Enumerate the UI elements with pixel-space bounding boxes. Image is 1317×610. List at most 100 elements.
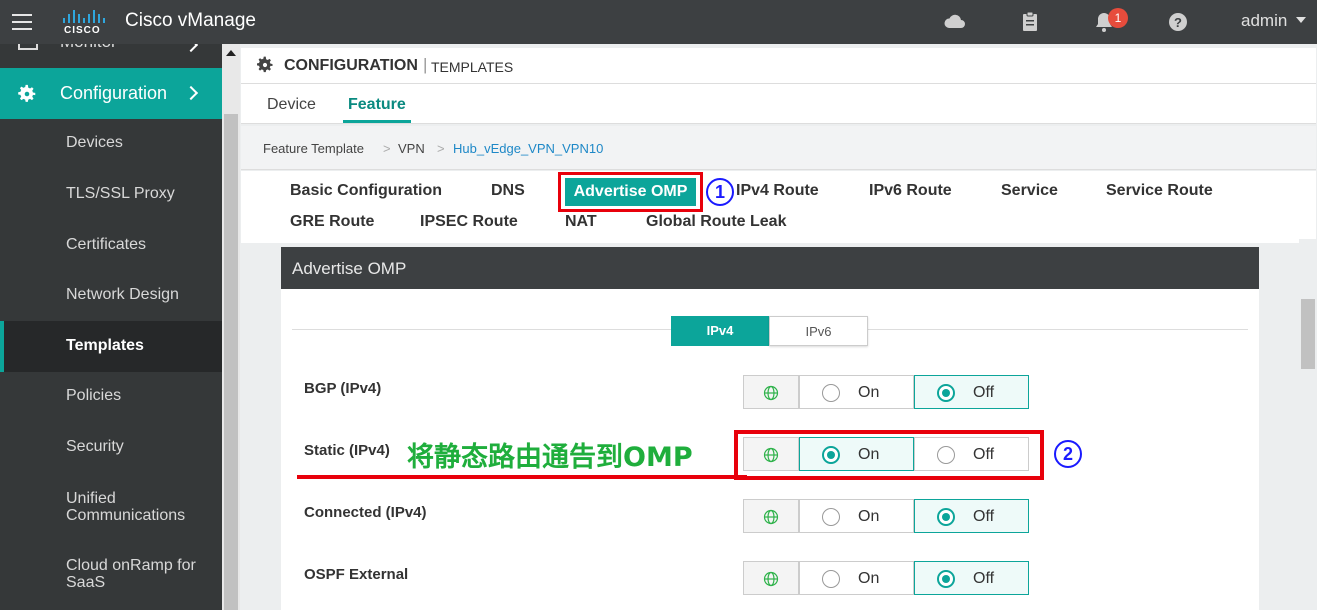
hamburger-icon[interactable] <box>12 14 32 30</box>
section-tab-advertise-omp[interactable]: Advertise OMP <box>565 178 696 206</box>
svg-text:?: ? <box>1174 15 1182 30</box>
connected-ipv4-on-radio[interactable]: On <box>799 499 914 533</box>
section-tab-ipv4-route[interactable]: IPv4 Route <box>736 182 819 200</box>
sidebar-item-configuration[interactable]: Configuration <box>0 68 222 119</box>
brand-title: Cisco vManage <box>125 10 256 31</box>
sidebar-item-label: Security <box>66 438 124 455</box>
bgp-ipv4-label: BGP (IPv4) <box>304 380 382 397</box>
sidebar-item-monitor[interactable]: Monitor <box>0 44 222 68</box>
static-ipv4-on-radio[interactable]: On <box>799 437 914 471</box>
bgp-ipv4-on-radio[interactable]: On <box>799 375 914 409</box>
gear-icon <box>257 56 273 73</box>
sidebar-item-unified-communications[interactable]: Unified Communications <box>0 474 222 540</box>
section-tab-nat[interactable]: NAT <box>565 213 597 231</box>
notification-badge: 1 <box>1108 8 1128 28</box>
radio-label: Off <box>973 570 995 587</box>
scope-selector[interactable] <box>743 561 799 595</box>
sidebar-item-cloud-onramp-saas[interactable]: Cloud onRamp for SaaS <box>0 540 222 606</box>
tab-feature[interactable]: Feature <box>348 96 406 114</box>
sidebar-item-certificates[interactable]: Certificates <box>0 221 222 272</box>
section-tab-service-route[interactable]: Service Route <box>1106 182 1213 200</box>
ospf-external-label: OSPF External <box>304 566 409 583</box>
section-tab-ipsec-route[interactable]: IPSEC Route <box>420 213 518 231</box>
radio-circle <box>937 570 955 588</box>
sidebar-scrollbar[interactable] <box>222 44 240 610</box>
connected-ipv4-label: Connected (IPv4) <box>304 504 427 521</box>
sidebar-item-templates[interactable]: Templates <box>0 321 222 372</box>
main-content: CONFIGURATION | TEMPLATES Device Feature… <box>240 44 1317 610</box>
caret-down-icon[interactable] <box>1296 17 1306 23</box>
ospf-external-off-radio[interactable]: Off <box>914 561 1029 595</box>
section-tab-service[interactable]: Service <box>1001 182 1058 200</box>
section-tab-global-route-leak[interactable]: Global Route Leak <box>646 213 786 231</box>
content-scrollbar[interactable] <box>1299 239 1317 610</box>
section-tabs: Basic Configuration DNS Advertise OMP 1 … <box>241 171 1316 243</box>
breadcrumb-vpn[interactable]: VPN <box>398 141 425 156</box>
sidebar-item-security[interactable]: Security <box>0 423 222 474</box>
chevron-right-icon <box>183 85 199 101</box>
ipv4-toggle[interactable]: IPv4 <box>671 316 769 346</box>
active-tab-underline <box>343 120 411 123</box>
section-tab-basic-configuration[interactable]: Basic Configuration <box>290 182 442 200</box>
breadcrumb-current[interactable]: Hub_vEdge_VPN_VPN10 <box>453 141 603 156</box>
radio-circle <box>937 508 955 526</box>
section-tab-dns[interactable]: DNS <box>491 182 525 200</box>
radio-circle <box>822 570 840 588</box>
scrollbar-thumb[interactable] <box>1301 299 1315 369</box>
globe-icon <box>763 385 779 401</box>
sidebar-item-label: Policies <box>66 387 122 404</box>
cloud-icon[interactable] <box>943 10 967 34</box>
breadcrumb-separator: > <box>383 141 391 156</box>
scope-selector[interactable] <box>743 437 799 471</box>
scope-selector[interactable] <box>743 499 799 533</box>
panel-header: Advertise OMP <box>281 247 1259 289</box>
static-ipv4-off-radio[interactable]: Off <box>914 437 1029 471</box>
gear-icon <box>18 84 36 102</box>
sidebar-item-devices[interactable]: Devices <box>0 119 222 170</box>
page-header: CONFIGURATION | TEMPLATES <box>241 48 1316 84</box>
section-tab-ipv6-route[interactable]: IPv6 Route <box>869 182 952 200</box>
scrollbar-thumb[interactable] <box>224 114 238 610</box>
radio-circle <box>822 446 840 464</box>
clipboard-icon[interactable] <box>1018 10 1042 34</box>
advertise-omp-highlight: Advertise OMP <box>558 172 703 212</box>
ospf-external-on-radio[interactable]: On <box>799 561 914 595</box>
radio-label: On <box>858 384 880 401</box>
sidebar-item-tls-ssl-proxy[interactable]: TLS/SSL Proxy <box>0 170 222 221</box>
radio-label: Off <box>973 508 995 525</box>
sidebar-item-label: Devices <box>66 134 123 151</box>
annotation-note: 将静态路由通告到OMP <box>407 442 693 473</box>
template-tabs: Device Feature <box>241 84 1316 124</box>
sidebar-item-network-design[interactable]: Network Design <box>0 272 222 321</box>
connected-ipv4-off-radio[interactable]: Off <box>914 499 1029 533</box>
title-separator: | <box>423 55 428 74</box>
radio-label: Off <box>973 384 995 401</box>
radio-label: On <box>858 570 880 587</box>
ipv6-toggle[interactable]: IPv6 <box>769 316 868 346</box>
monitor-icon <box>18 44 38 50</box>
section-tab-gre-route[interactable]: GRE Route <box>290 213 374 231</box>
scroll-up-icon[interactable] <box>226 50 236 56</box>
radio-circle <box>822 384 840 402</box>
sidebar-item-policies[interactable]: Policies <box>0 372 222 423</box>
tab-device[interactable]: Device <box>267 96 316 114</box>
sidebar-item-label: Network Design <box>66 286 179 303</box>
advertise-omp-panel: Advertise OMP IPv4 IPv6 BGP (IPv4) On Of… <box>281 247 1259 610</box>
user-menu[interactable]: admin <box>1241 11 1287 31</box>
breadcrumb-feature-template[interactable]: Feature Template <box>263 141 364 156</box>
logo-text: CISCO <box>64 25 101 36</box>
annotation-underline <box>297 475 747 479</box>
sidebar: Monitor Configuration Devices TLS/SSL Pr… <box>0 44 222 610</box>
scope-selector[interactable] <box>743 375 799 409</box>
sidebar-item-label: Certificates <box>66 236 147 253</box>
radio-label: On <box>858 446 880 463</box>
radio-circle <box>937 446 955 464</box>
globe-icon <box>763 447 779 463</box>
radio-circle <box>937 384 955 402</box>
bgp-ipv4-off-radio[interactable]: Off <box>914 375 1029 409</box>
help-icon[interactable]: ? <box>1166 10 1190 34</box>
page-subtitle: TEMPLATES <box>431 59 514 75</box>
radio-circle <box>822 508 840 526</box>
globe-icon <box>763 571 779 587</box>
chevron-right-icon <box>183 44 199 53</box>
